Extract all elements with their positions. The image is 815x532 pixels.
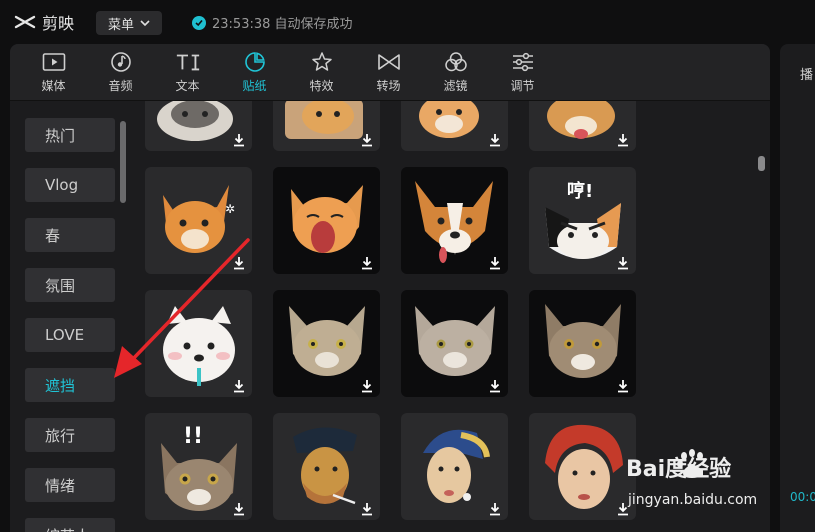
save-status-text: 23:53:38 自动保存成功	[212, 17, 353, 32]
sticker-tile[interactable]: 哼!	[529, 167, 636, 274]
sticker-scrollbar[interactable]	[758, 156, 765, 171]
player-label: 播	[800, 68, 814, 83]
category-scrollbar[interactable]	[120, 121, 126, 203]
tab-label: 滤镜	[443, 79, 468, 93]
category-cover[interactable]: 遮挡	[25, 368, 115, 402]
sticker-tile[interactable]	[529, 413, 636, 520]
svg-text:✲: ✲	[225, 202, 235, 216]
capcut-logo-icon	[14, 15, 36, 29]
tab-audio[interactable]: 音频	[87, 44, 154, 100]
menu-dropdown[interactable]: 菜单	[96, 11, 162, 35]
text-icon	[175, 50, 201, 74]
filter-icon	[443, 50, 469, 74]
tab-label: 转场	[376, 79, 401, 93]
download-icon[interactable]	[360, 256, 374, 270]
download-icon[interactable]	[488, 256, 502, 270]
asset-tabs: 媒体 音频 文本 贴纸 特效 转场 滤镜 调节	[10, 44, 770, 100]
sticker-tile[interactable]	[273, 167, 380, 274]
tab-media[interactable]: 媒体	[20, 44, 87, 100]
media-icon	[41, 50, 67, 74]
download-icon[interactable]	[232, 379, 246, 393]
sticker-tile[interactable]: ✲	[145, 167, 252, 274]
download-icon[interactable]	[616, 256, 630, 270]
effects-icon	[309, 50, 335, 74]
adjust-icon	[510, 50, 536, 74]
download-icon[interactable]	[616, 133, 630, 147]
sticker-caption: 哼!	[567, 180, 593, 202]
chevron-down-icon	[140, 20, 150, 27]
sticker-tile[interactable]	[401, 101, 508, 151]
sticker-tile[interactable]	[273, 413, 380, 520]
sticker-tile[interactable]	[401, 167, 508, 274]
tab-stickers[interactable]: 贴纸	[221, 44, 288, 100]
download-icon[interactable]	[232, 256, 246, 270]
category-list: 热门 Vlog 春 氛围 LOVE 遮挡 旅行 情绪 综艺人	[10, 101, 132, 532]
category-atmosphere[interactable]: 氛围	[25, 268, 115, 302]
sticker-tile[interactable]	[273, 101, 380, 151]
tab-text[interactable]: 文本	[154, 44, 221, 100]
transition-icon	[376, 50, 402, 74]
menu-label: 菜单	[108, 17, 135, 33]
category-travel[interactable]: 旅行	[25, 418, 115, 452]
download-icon[interactable]	[232, 133, 246, 147]
app-name: 剪映	[42, 14, 75, 33]
download-icon[interactable]	[360, 133, 374, 147]
category-variety[interactable]: 综艺人	[25, 518, 115, 532]
top-bar: 剪映 菜单 23:53:38 自动保存成功	[0, 0, 815, 44]
sticker-icon	[242, 50, 268, 74]
category-love[interactable]: LOVE	[25, 318, 115, 352]
player-panel: 播 00:0	[780, 44, 815, 532]
category-hot[interactable]: 热门	[25, 118, 115, 152]
download-icon[interactable]	[360, 502, 374, 516]
tab-transitions[interactable]: 转场	[355, 44, 422, 100]
sticker-caption: !!	[183, 424, 203, 449]
baidu-jingyan-watermark: Bai度经验 jingyan.baidu.com	[624, 446, 774, 516]
category-emotion[interactable]: 情绪	[25, 468, 115, 502]
baidu-paw-logo-icon: Bai度经验 jingyan.baidu.com	[626, 449, 757, 508]
category-vlog[interactable]: Vlog	[25, 168, 115, 202]
download-icon[interactable]	[232, 502, 246, 516]
tab-label: 文本	[175, 79, 200, 93]
download-icon[interactable]	[360, 379, 374, 393]
sticker-tile[interactable]	[529, 101, 636, 151]
download-icon[interactable]	[488, 133, 502, 147]
sticker-tile[interactable]	[401, 290, 508, 397]
download-icon[interactable]	[488, 502, 502, 516]
tab-label: 特效	[309, 79, 334, 93]
tab-label: 贴纸	[242, 79, 267, 93]
tab-label: 媒体	[41, 79, 66, 93]
player-timecode: 00:0	[790, 490, 815, 504]
sticker-tile[interactable]	[529, 290, 636, 397]
tab-filters[interactable]: 滤镜	[422, 44, 489, 100]
sticker-tile[interactable]: !!	[145, 413, 252, 520]
sticker-tile[interactable]	[145, 101, 252, 151]
tab-label: 调节	[510, 79, 535, 93]
sticker-tile[interactable]	[401, 413, 508, 520]
tab-adjust[interactable]: 调节	[489, 44, 556, 100]
watermark-url: jingyan.baidu.com	[627, 492, 757, 508]
tab-label: 音频	[108, 79, 133, 93]
check-circle-icon	[192, 15, 206, 30]
app-logo: 剪映	[14, 10, 74, 34]
download-icon[interactable]	[488, 379, 502, 393]
sticker-tile[interactable]	[273, 290, 380, 397]
save-status: 23:53:38 自动保存成功	[192, 13, 353, 32]
tab-effects[interactable]: 特效	[288, 44, 355, 100]
download-icon[interactable]	[616, 379, 630, 393]
watermark-brand: Bai度经验	[626, 456, 731, 482]
sticker-tile[interactable]	[145, 290, 252, 397]
category-spring[interactable]: 春	[25, 218, 115, 252]
audio-icon	[108, 50, 134, 74]
